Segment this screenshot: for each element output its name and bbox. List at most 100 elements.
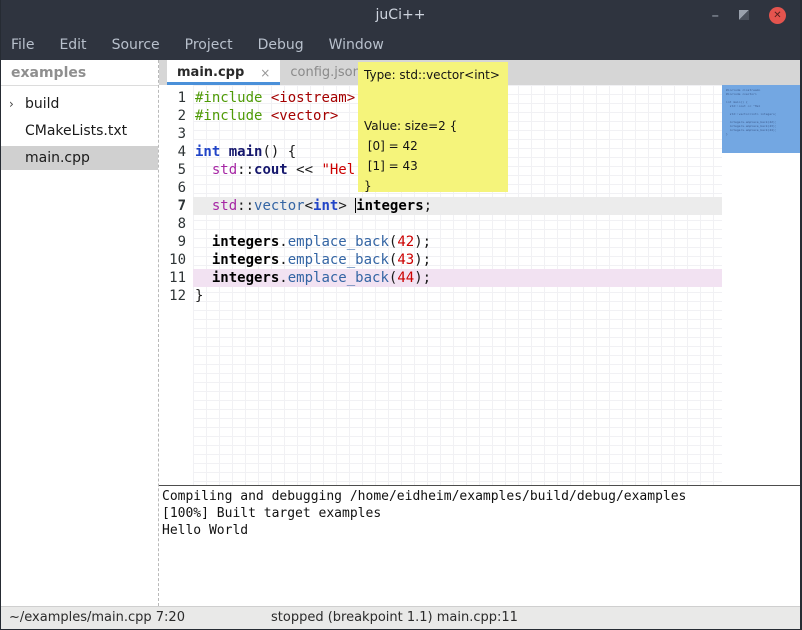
tab-label: config.json (290, 65, 361, 80)
tree-item-build[interactable]: ›build (1, 92, 158, 116)
menu-item-file[interactable]: File (11, 37, 47, 53)
menu-item-edit[interactable]: Edit (59, 37, 99, 53)
token-kw: int (195, 144, 220, 160)
console-line-1: Compiling and debugging /home/eidheim/ex… (162, 488, 800, 505)
tree-item-label: CMakeLists.txt (25, 123, 127, 139)
token-plain (195, 162, 212, 178)
token-meth: emplace_back (288, 252, 389, 268)
menu-item-debug[interactable]: Debug (258, 37, 317, 53)
line-number-gutter[interactable]: 123456789101112 (159, 85, 193, 485)
output-console[interactable]: Compiling and debugging /home/eidheim/ex… (159, 485, 800, 606)
window-controls: – ✕ (712, 0, 787, 30)
gutter-line-3[interactable]: 3 (159, 125, 193, 143)
project-name-header: examples (1, 60, 158, 86)
token-var: integers (212, 252, 279, 268)
token-plain: << (288, 162, 322, 178)
tab-main-cpp[interactable]: main.cpp× (167, 60, 280, 85)
token-ns: std (212, 162, 237, 178)
token-plain: . (279, 270, 287, 286)
gutter-line-6[interactable]: 6 (159, 179, 193, 197)
gutter-line-1[interactable]: 1 (159, 89, 193, 107)
token-pp: #include (195, 90, 262, 106)
token-plain: . (279, 234, 287, 250)
token-plain: . (279, 252, 287, 268)
status-debug-state: stopped (breakpoint 1.1) main.cpp:11 (271, 610, 518, 625)
token-plain: () { (262, 144, 296, 160)
token-plain: } (195, 288, 203, 304)
chevron-right-icon[interactable]: › (9, 97, 25, 111)
token-plain (195, 234, 212, 250)
gutter-line-11[interactable]: 11 (159, 269, 193, 287)
token-inc: <vector> (271, 108, 338, 124)
token-fn: main (229, 144, 263, 160)
gutter-line-4[interactable]: 4 (159, 143, 193, 161)
status-file-position: ~/examples/main.cpp 7:20 (9, 610, 185, 625)
token-plain: :: (237, 162, 254, 178)
token-var: integers (212, 270, 279, 286)
token-meth: emplace_back (288, 270, 389, 286)
token-plain: :: (237, 198, 254, 214)
token-plain: ); (414, 270, 431, 286)
statusbar: ~/examples/main.cpp 7:20 stopped (breakp… (1, 606, 800, 629)
tooltip-value-line: Value: size=2 { (364, 116, 502, 136)
window-title: juCi++ (1, 7, 800, 23)
console-line-2: [100%] Built target examples (162, 505, 800, 522)
token-ns: std (212, 198, 237, 214)
token-kw: int (313, 198, 338, 214)
tooltip-value-line: [1] = 43 (364, 156, 502, 176)
app-window: juCi++ – ✕ File Edit Source Project Debug Win… (0, 0, 802, 630)
token-plain (262, 90, 270, 106)
gutter-line-5[interactable]: 5 (159, 161, 193, 179)
token-var: integers (356, 198, 423, 214)
gutter-line-8[interactable]: 8 (159, 215, 193, 233)
code-line-10[interactable]: integers.emplace_back(43); (193, 251, 722, 269)
tree-item-cmakelists-txt[interactable]: CMakeLists.txt (1, 119, 158, 143)
token-plain: < (305, 198, 313, 214)
menu-item-source[interactable]: Source (112, 37, 173, 53)
token-plain: ); (414, 234, 431, 250)
token-str: "Hel (321, 162, 355, 178)
gutter-line-9[interactable]: 9 (159, 233, 193, 251)
menu-item-project[interactable]: Project (185, 37, 246, 53)
tree-item-label: build (25, 96, 59, 112)
code-line-12[interactable]: } (193, 287, 722, 305)
debug-value-tooltip: Type: std::vector<int> Value: size=2 { [… (358, 62, 508, 192)
token-var: integers (212, 234, 279, 250)
tab-close-icon[interactable]: × (260, 66, 270, 80)
code-line-7[interactable]: std::vector<int> integers; (193, 197, 722, 215)
code-line-8[interactable] (193, 215, 722, 233)
minimize-icon[interactable]: – (712, 10, 720, 20)
file-tree-panel: examples ›build CMakeLists.txt main.cpp (1, 60, 159, 606)
tooltip-value-line: [0] = 42 (364, 136, 502, 156)
code-line-9[interactable]: integers.emplace_back(42); (193, 233, 722, 251)
minimap-column: #include <iostream> #include <vector> in… (722, 85, 800, 485)
token-plain (220, 144, 228, 160)
gutter-line-7[interactable]: 7 (159, 197, 193, 215)
gutter-line-12[interactable]: 12 (159, 287, 193, 305)
token-inc: <iostream> (271, 90, 355, 106)
tree-item-label: main.cpp (25, 150, 90, 166)
restore-icon[interactable] (739, 10, 749, 20)
token-pp: #include (195, 108, 262, 124)
token-fn: cout (254, 162, 288, 178)
code-line-11[interactable]: integers.emplace_back(44); (193, 269, 722, 287)
token-plain (262, 108, 270, 124)
titlebar: juCi++ – ✕ (1, 0, 800, 30)
tree-item-main-cpp[interactable]: main.cpp (1, 146, 158, 170)
gutter-line-2[interactable]: 2 (159, 107, 193, 125)
minimap[interactable]: #include <iostream> #include <vector> in… (722, 85, 800, 153)
console-line-3: Hello World (162, 522, 800, 539)
tooltip-value-block: Value: size=2 { [0] = 42 [1] = 43} (364, 116, 502, 196)
token-num: 44 (397, 270, 414, 286)
gutter-line-10[interactable]: 10 (159, 251, 193, 269)
token-plain: > (338, 198, 355, 214)
close-icon[interactable]: ✕ (769, 7, 786, 24)
minimap-code: #include <iostream> #include <vector> in… (726, 88, 796, 136)
tooltip-type-line: Type: std::vector<int> (364, 66, 502, 84)
token-num: 43 (397, 252, 414, 268)
token-plain (195, 252, 212, 268)
menu-item-window[interactable]: Window (329, 37, 397, 53)
token-plain: ; (424, 198, 432, 214)
token-meth: vector (254, 198, 305, 214)
token-plain (195, 270, 212, 286)
